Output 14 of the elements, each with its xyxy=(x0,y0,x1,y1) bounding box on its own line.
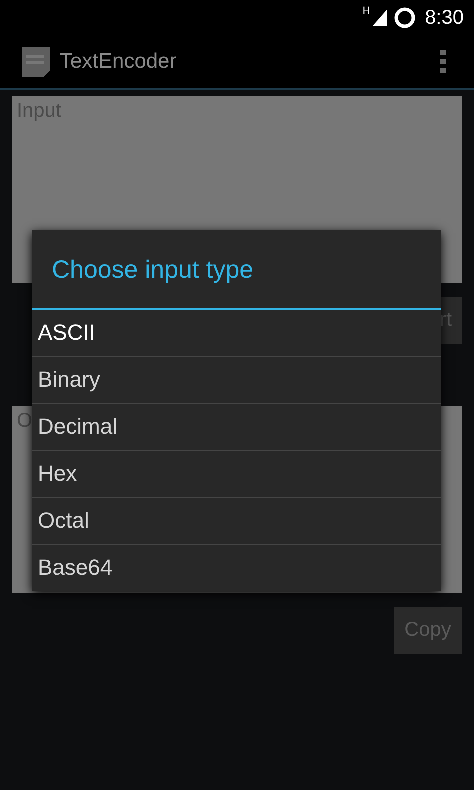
app-icon xyxy=(22,47,50,77)
signal-icon xyxy=(373,10,388,26)
ring-icon xyxy=(394,7,416,29)
network-type-label: H xyxy=(362,6,370,17)
option-item[interactable]: Binary xyxy=(32,356,441,403)
option-item[interactable]: ASCII xyxy=(32,310,441,356)
overflow-menu-icon[interactable] xyxy=(440,50,446,74)
option-item[interactable]: Hex xyxy=(32,450,441,497)
app-title: TextEncoder xyxy=(60,50,178,74)
clock: 8:30 xyxy=(425,6,464,30)
option-item[interactable]: Decimal xyxy=(32,403,441,450)
dialog-title: Choose input type xyxy=(32,230,441,310)
option-item[interactable]: Octal xyxy=(32,497,441,544)
option-item[interactable]: Base64 xyxy=(32,544,441,591)
